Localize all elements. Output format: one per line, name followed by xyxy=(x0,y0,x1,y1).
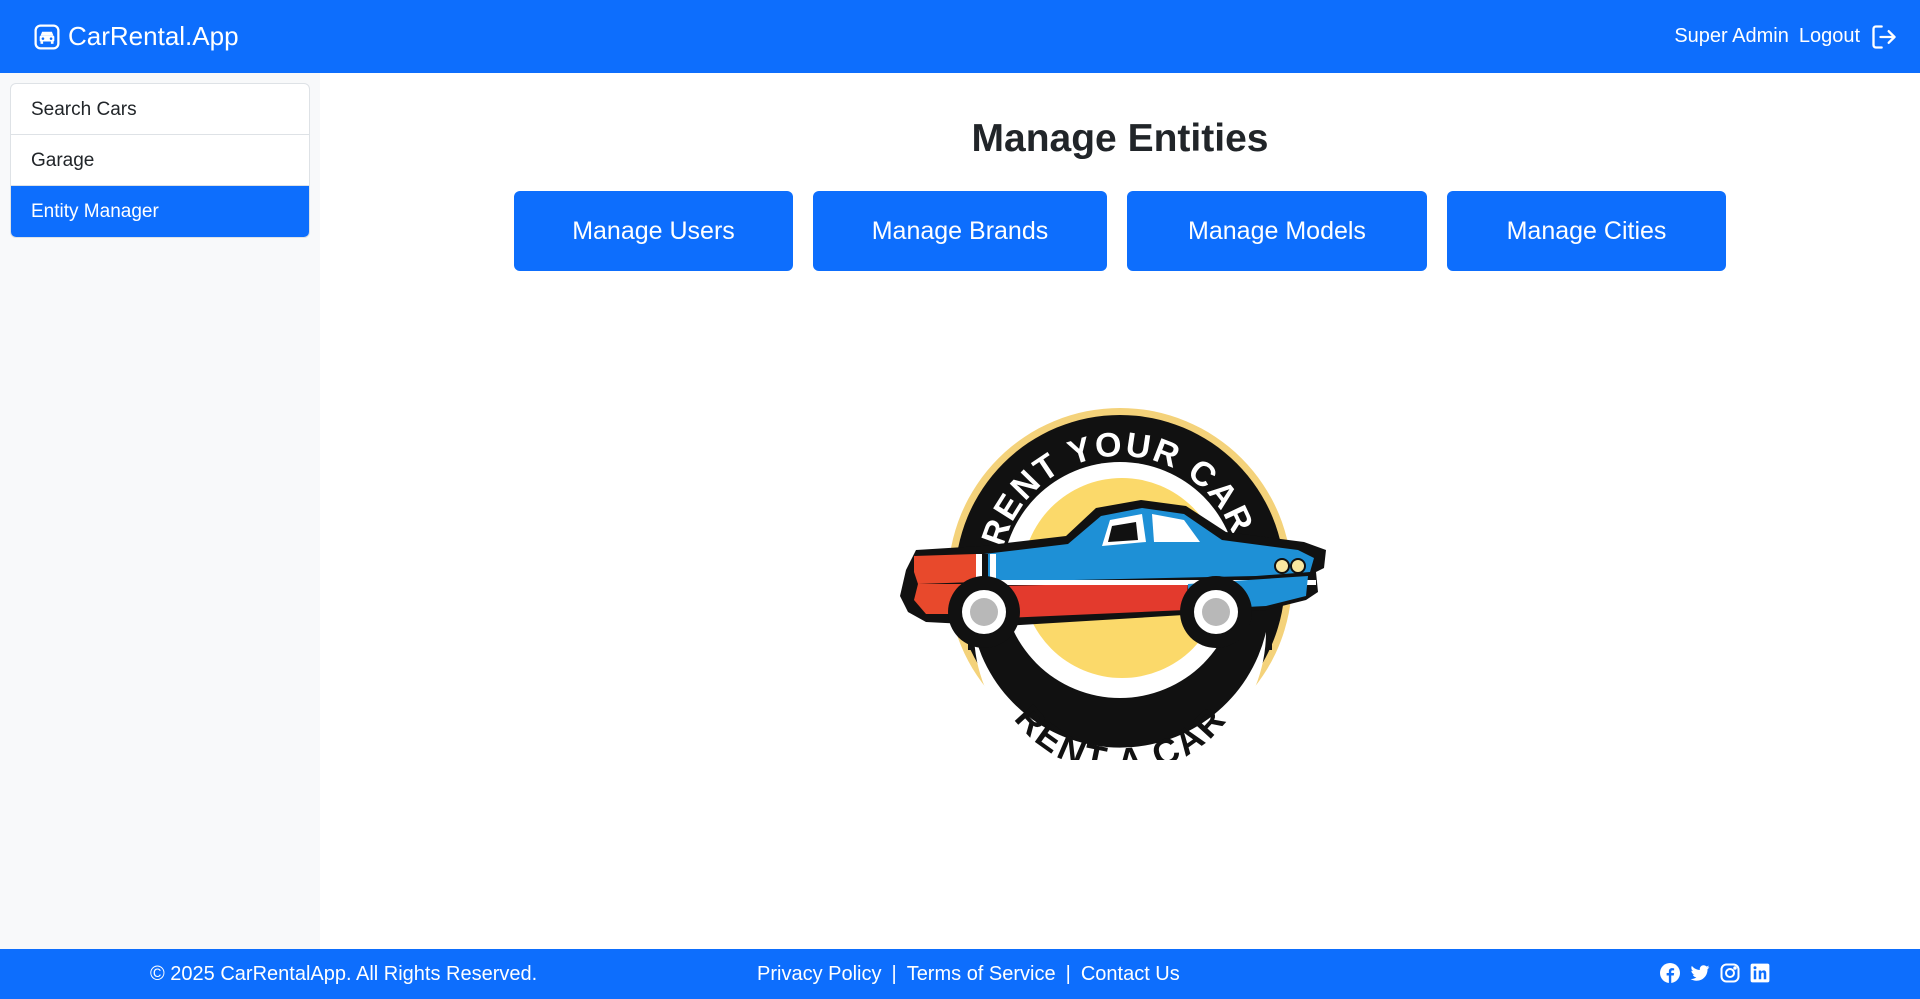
contact-us-link[interactable]: Contact Us xyxy=(1081,963,1180,986)
sidebar-item-garage[interactable]: Garage xyxy=(11,135,309,186)
sidebar-item-search-cars[interactable]: Search Cars xyxy=(11,84,309,135)
user-name: Super Admin xyxy=(1674,25,1789,47)
nav-user-area: Super Admin Logout xyxy=(1674,23,1898,51)
footer: © 2025 CarRentalApp. All Rights Reserved… xyxy=(0,949,1920,999)
terms-of-service-link[interactable]: Terms of Service xyxy=(907,963,1056,986)
social-links xyxy=(1660,963,1770,983)
logout-button[interactable]: Logout xyxy=(1799,23,1898,51)
entity-buttons: Manage Users Manage Brands Manage Models… xyxy=(514,191,1726,271)
rent-a-car-logo: RENT YOUR CAR, RENT A CAR xyxy=(896,400,1346,782)
twitter-icon[interactable] xyxy=(1690,963,1710,983)
sidebar-menu: Search Cars Garage Entity Manager xyxy=(10,83,310,238)
car-icon xyxy=(34,23,60,50)
instagram-icon[interactable] xyxy=(1720,963,1740,983)
manage-brands-button[interactable]: Manage Brands xyxy=(813,191,1107,271)
footer-separator: | xyxy=(891,963,897,985)
logout-label: Logout xyxy=(1798,25,1860,47)
privacy-policy-link[interactable]: Privacy Policy xyxy=(757,963,881,986)
logo-graphic: RENT YOUR CAR, RENT A CAR xyxy=(900,408,1326,782)
facebook-icon[interactable] xyxy=(1660,963,1680,983)
manage-models-button[interactable]: Manage Models xyxy=(1127,191,1427,271)
linkedin-icon[interactable] xyxy=(1750,963,1770,983)
brand-link[interactable]: CarRental.App xyxy=(34,21,239,52)
box-arrow-right-icon xyxy=(1872,24,1896,49)
manage-cities-button[interactable]: Manage Cities xyxy=(1447,191,1726,271)
main-content: Manage Entities Manage Users Manage Bran… xyxy=(320,73,1920,949)
brand-name: CarRental.App xyxy=(68,21,239,51)
top-navbar: CarRental.App Super Admin Logout xyxy=(0,0,1920,73)
footer-links: Privacy Policy | Terms of Service | Cont… xyxy=(757,963,1180,986)
sidebar: Search Cars Garage Entity Manager xyxy=(0,73,320,949)
page-title: Manage Entities xyxy=(971,117,1269,160)
footer-separator: | xyxy=(1065,963,1071,985)
copyright-text: © 2025 CarRentalApp. All Rights Reserved… xyxy=(150,963,538,985)
sidebar-item-entity-manager[interactable]: Entity Manager xyxy=(11,186,309,237)
manage-users-button[interactable]: Manage Users xyxy=(514,191,793,271)
